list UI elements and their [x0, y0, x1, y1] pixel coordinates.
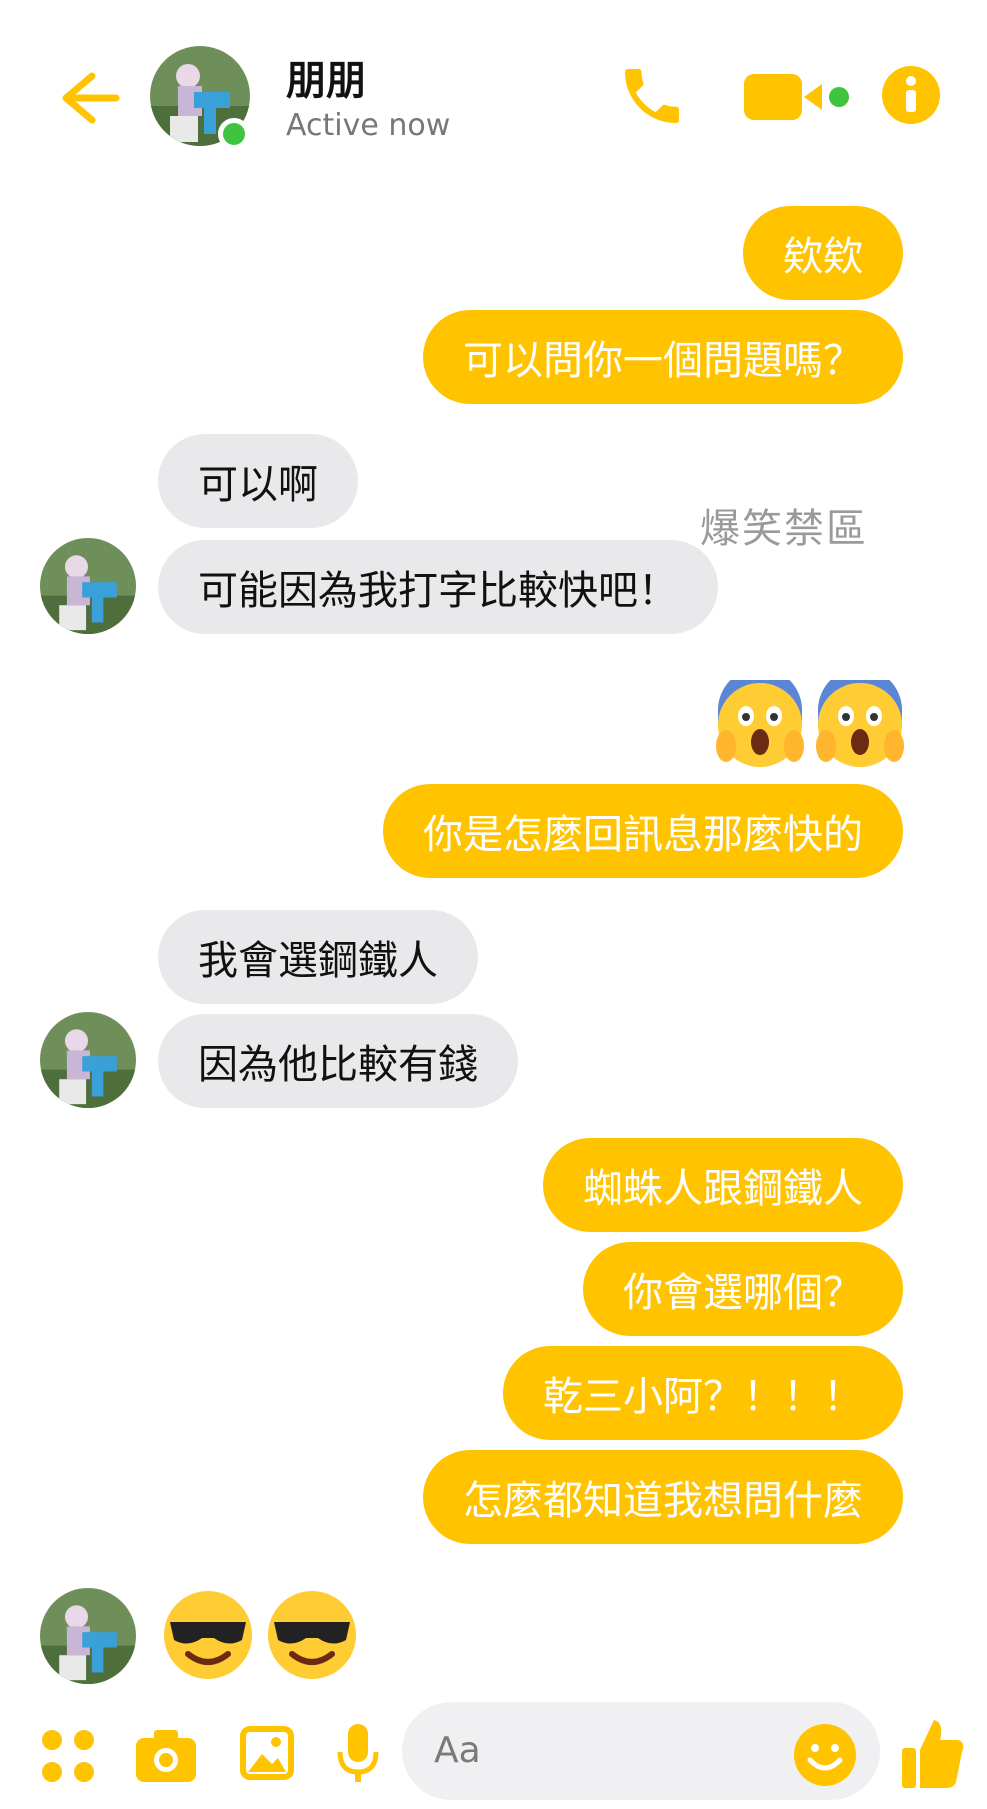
thumbs-up-icon[interactable] [900, 1716, 966, 1790]
message-bubble-incoming[interactable]: 我會選鋼鐵人 [158, 910, 478, 1004]
contact-name: 朋朋 [286, 58, 366, 104]
phone-icon[interactable] [616, 60, 688, 132]
message-bubble-outgoing[interactable]: 蜘蛛人跟鋼鐵人 [543, 1138, 903, 1232]
microphone-icon[interactable] [334, 1722, 382, 1786]
message-bubble-incoming[interactable]: 可以啊 [158, 434, 358, 528]
emoji-icon[interactable] [792, 1722, 858, 1788]
contact-avatar-small[interactable] [40, 1012, 136, 1108]
photo-icon[interactable] [238, 1724, 296, 1782]
message-bubble-outgoing[interactable]: 怎麼都知道我想問什麼 [423, 1450, 903, 1544]
sunglasses-face-emoji[interactable] [162, 1588, 362, 1686]
message-bubble-incoming[interactable]: 可能因為我打字比較快吧！ [158, 540, 718, 634]
message-bubble-outgoing[interactable]: 你是怎麼回訊息那麼快的 [383, 784, 903, 878]
conversation-header: 朋朋 Active now [0, 0, 987, 180]
message-bubble-outgoing[interactable]: 你會選哪個？ [583, 1242, 903, 1336]
message-bubble-outgoing[interactable]: 乾三小阿？！！！ [503, 1346, 903, 1440]
apps-icon[interactable] [40, 1728, 96, 1784]
message-bubble-incoming[interactable]: 因為他比較有錢 [158, 1014, 518, 1108]
watermark-text: 爆笑禁區 [700, 506, 868, 552]
online-indicator [218, 118, 250, 150]
active-status: Active now [286, 108, 451, 143]
contact-avatar-small[interactable] [40, 1588, 136, 1684]
info-icon[interactable] [880, 64, 942, 126]
message-input-placeholder: Aa [434, 1730, 481, 1771]
contact-avatar-small[interactable] [40, 538, 136, 634]
back-arrow-icon[interactable] [52, 62, 124, 134]
video-camera-icon[interactable] [744, 72, 854, 122]
message-bubble-outgoing[interactable]: 可以問你一個問題嗎？ [423, 310, 903, 404]
camera-icon[interactable] [134, 1726, 198, 1784]
screaming-face-emoji[interactable] [716, 668, 904, 774]
message-bubble-outgoing[interactable]: 欸欸 [743, 206, 903, 300]
